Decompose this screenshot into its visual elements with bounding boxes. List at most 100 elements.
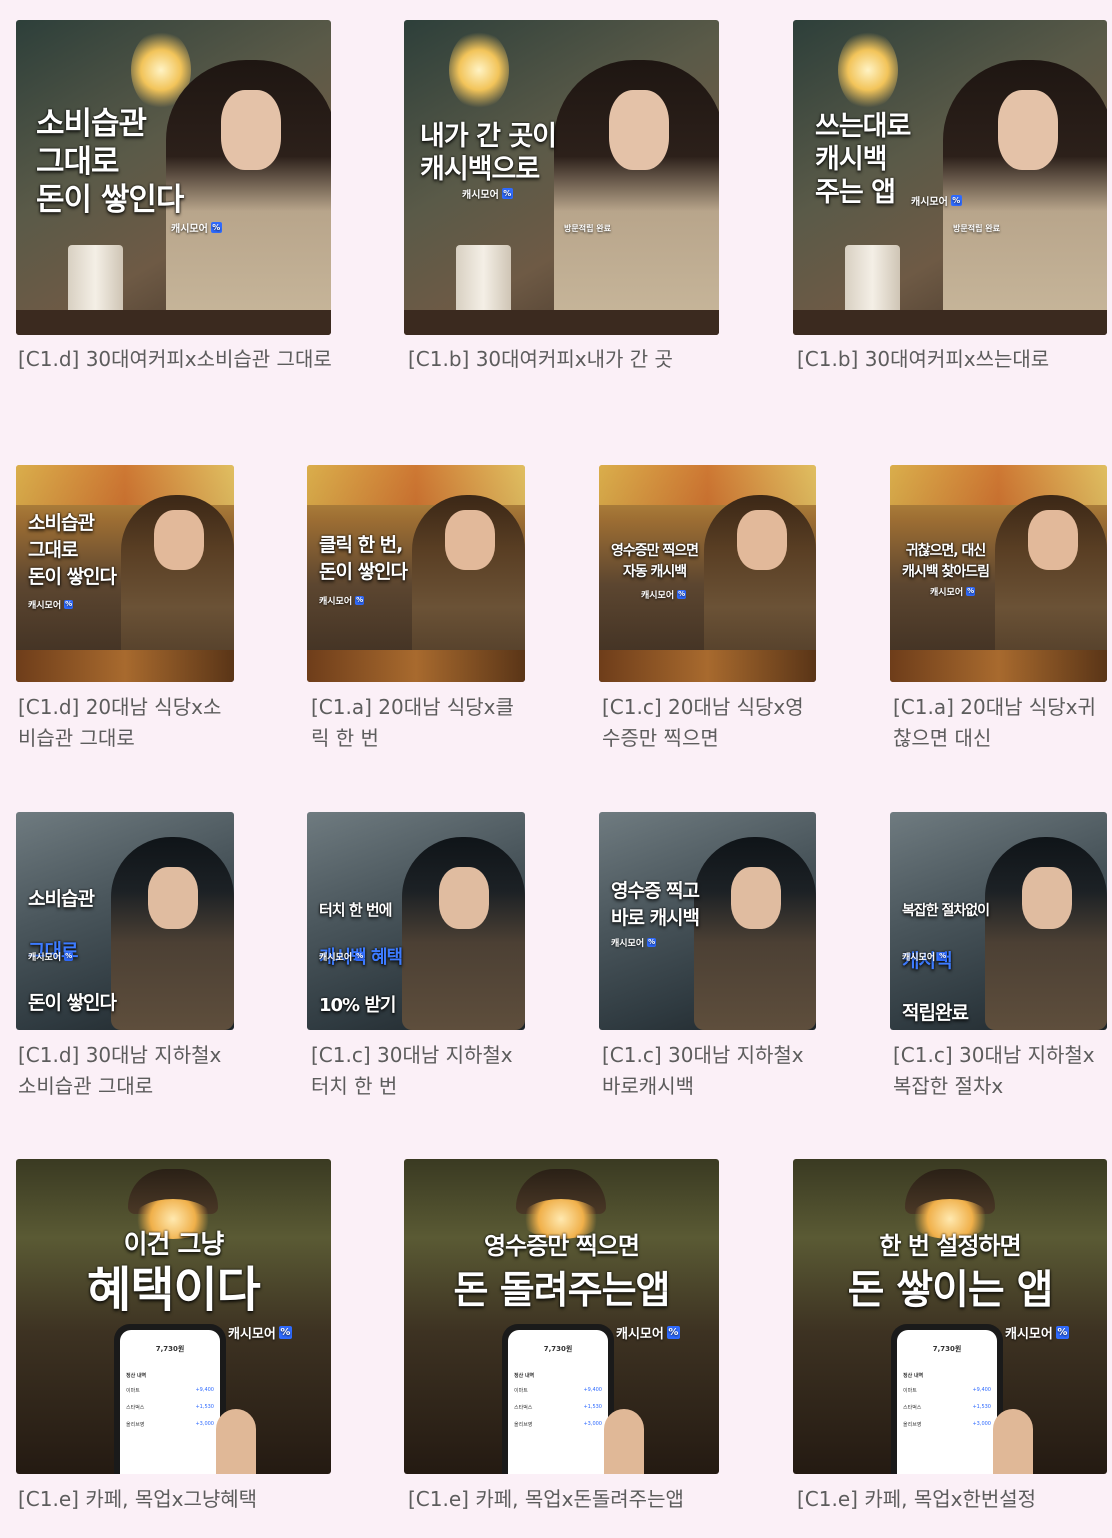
- creative-caption: [C1.d] 30대남 지하철x소비습관 그대로: [18, 1043, 222, 1098]
- creative-caption: [C1.c] 20대남 식당x영수증만 찍으면: [602, 695, 804, 750]
- phone-screen: 7,730원 정산 내역 이마트 +9,400 스타벅스 +1,530 올리브영 +3…: [120, 1330, 220, 1474]
- phone-item-value: +9,400: [972, 1387, 991, 1393]
- brand-logo-icon: %: [355, 952, 365, 961]
- phone-item-name: 이마트: [126, 1388, 140, 1394]
- creative-thumbnail[interactable]: 클릭 한 번, 돈이 쌓인다 캐시모어 %: [307, 465, 525, 682]
- brand-logo-icon: %: [647, 938, 657, 947]
- brand-name: 캐시모어: [319, 597, 353, 607]
- creative-thumbnail[interactable]: 영수증만 찍으면 자동 캐시백 캐시모어 %: [599, 465, 816, 682]
- creative-thumbnail[interactable]: 한 번 설정하면 돈 쌓이는 앱 캐시모어 % 7,730원 정산 내역 이마트…: [793, 1159, 1107, 1474]
- brand-tag: 캐시모어 %: [641, 588, 687, 601]
- brand-tag: 캐시모어 %: [930, 585, 976, 598]
- headline: 쓰는대로 캐시백 주는 앱: [815, 111, 911, 208]
- brand-logo-icon: %: [666, 1326, 680, 1339]
- brand-name: 캐시모어: [1005, 1327, 1053, 1342]
- brand-name: 캐시모어: [641, 591, 675, 601]
- headline: 소비습관 그대로 돈이 쌓인다: [36, 106, 184, 218]
- phone-list-row: 올리브영 +3,000: [514, 1421, 602, 1428]
- coffee-cup: [68, 245, 123, 320]
- phone-list-title: 정산 내역: [903, 1373, 924, 1379]
- headline-big: 돈 돌려주는앱: [453, 1268, 671, 1312]
- phone-item-value: +1,530: [583, 1404, 602, 1410]
- creative-thumbnail[interactable]: 복잡한 절차없이 캐시백 적립완료 캐시모어 %: [890, 812, 1107, 1030]
- person-silhouette: [694, 837, 816, 1030]
- brand-logo-icon: %: [64, 952, 74, 961]
- creative-thumbnail[interactable]: 터치 한 번에 캐시백 혜택 10% 받기 캐시모어 %: [307, 812, 525, 1030]
- face: [445, 510, 495, 570]
- phone-item-name: 스타벅스: [126, 1405, 145, 1411]
- bulb-glow: [838, 30, 898, 110]
- creative-thumbnail[interactable]: 내가 간 곳이 캐시백으로 캐시모어 % 방문적립 완료: [404, 20, 719, 335]
- creative-thumbnail[interactable]: 소비습관 그대로 돈이 쌓인다 캐시모어 %: [16, 465, 234, 682]
- ad-creative-gallery: 소비습관 그대로 돈이 쌓인다 캐시모어 % [C1.d] 30대여커피x소비습…: [0, 0, 1112, 1538]
- headline-line: 적립완료: [902, 1002, 969, 1024]
- hand: [216, 1409, 256, 1474]
- table: [404, 310, 719, 335]
- food-plate: [307, 650, 525, 682]
- brand-tag: 캐시모어 %: [28, 950, 74, 963]
- brand-logo-icon: %: [966, 587, 976, 596]
- creative-thumbnail[interactable]: 영수증만 찍으면 돈 돌려주는앱 캐시모어 % 7,730원 정산 내역 이마트…: [404, 1159, 719, 1474]
- phone-mockup: 7,730원 정산 내역 이마트 +9,400 스타벅스 +1,530 올리브영 +3…: [502, 1324, 614, 1474]
- phone-mockup: 7,730원 정산 내역 이마트 +9,400 스타벅스 +1,530 올리브영 +3…: [114, 1324, 226, 1474]
- phone-item-value: +3,000: [583, 1421, 602, 1427]
- coffee-cup: [456, 245, 511, 320]
- creative-thumbnail[interactable]: 귀찮으면, 대신 캐시백 찾아드림 캐시모어 %: [890, 465, 1107, 682]
- brand-tag: 캐시모어 %: [319, 950, 365, 963]
- person-silhouette: [111, 837, 234, 1030]
- phone-mockup: 7,730원 정산 내역 이마트 +9,400 스타벅스 +1,530 올리브영 +3…: [891, 1324, 1003, 1474]
- phone-screen: 7,730원 정산 내역 이마트 +9,400 스타벅스 +1,530 올리브영 +3…: [508, 1330, 608, 1474]
- headline-small: 한 번 설정하면: [879, 1232, 1021, 1260]
- phone-list-title: 정산 내역: [514, 1373, 535, 1379]
- brand-tag: 캐시모어 %: [171, 220, 222, 235]
- brand-logo-icon: %: [938, 952, 948, 961]
- face: [737, 510, 787, 570]
- phone-item-name: 이마트: [903, 1388, 917, 1394]
- creative-thumbnail[interactable]: 쓰는대로 캐시백 주는 앱 캐시모어 % 방문적립 완료: [793, 20, 1107, 335]
- phone-item-value: +1,530: [972, 1404, 991, 1410]
- creative-caption: [C1.e] 카페, 목업x돈돌려주는앱: [408, 1487, 684, 1511]
- visit-badge: 방문적립 완료: [564, 224, 611, 233]
- creative-caption: [C1.a] 20대남 식당x클릭 한 번: [311, 695, 514, 750]
- creative-caption: [C1.c] 30대남 지하철x바로캐시백: [602, 1043, 804, 1098]
- phone-list-row: 스타벅스 +1,530: [514, 1404, 602, 1411]
- brand-name: 캐시모어: [930, 588, 964, 598]
- brand-name: 캐시모어: [228, 1327, 276, 1342]
- face: [998, 90, 1058, 170]
- phone-item-value: +9,400: [583, 1387, 602, 1393]
- person-silhouette: [402, 837, 525, 1030]
- phone-item-name: 올리브영: [126, 1422, 145, 1428]
- phone-list-row: 올리브영 +3,000: [903, 1421, 991, 1428]
- phone-amount: 7,730원: [932, 1345, 962, 1353]
- headline: 터치 한 번에 캐시백 혜택 10% 받기: [319, 874, 403, 1018]
- table: [16, 310, 331, 335]
- face: [148, 867, 198, 929]
- headline: 클릭 한 번, 돈이 쌓인다: [319, 534, 408, 583]
- brand-name: 캐시모어: [616, 1327, 664, 1342]
- creative-thumbnail[interactable]: 소비습관 그대로 돈이 쌓인다 캐시모어 %: [16, 20, 331, 335]
- creative-thumbnail[interactable]: 이건 그냥 혜택이다 캐시모어 % 7,730원 정산 내역 이마트 +9,400…: [16, 1159, 331, 1474]
- brand-logo-icon: %: [501, 188, 513, 199]
- creative-caption: [C1.c] 30대남 지하철x터치 한 번: [311, 1043, 513, 1098]
- headline: 내가 간 곳이 캐시백으로: [420, 121, 557, 185]
- phone-list-row: 스타벅스 +1,530: [126, 1404, 214, 1411]
- brand-name: 캐시모어: [28, 601, 62, 611]
- brand-name: 캐시모어: [611, 939, 645, 949]
- phone-item-value: +3,000: [195, 1421, 214, 1427]
- phone-item-name: 올리브영: [514, 1422, 533, 1428]
- brand-name: 캐시모어: [911, 197, 948, 208]
- hand: [993, 1409, 1033, 1474]
- brand-tag: 캐시모어 %: [319, 594, 365, 607]
- headline: 소비습관 그대로 돈이 쌓인다: [28, 860, 117, 1016]
- phone-item-name: 올리브영: [903, 1422, 922, 1428]
- creative-thumbnail[interactable]: 소비습관 그대로 돈이 쌓인다 캐시모어 %: [16, 812, 234, 1030]
- headline-line: 복잡한 절차없이: [902, 903, 990, 919]
- creative-caption: [C1.b] 30대여커피x쓰는대로: [797, 347, 1050, 371]
- creative-caption: [C1.a] 20대남 식당x귀찮으면 대신: [893, 695, 1096, 750]
- headline-line: 10% 받기: [319, 995, 396, 1016]
- creative-thumbnail[interactable]: 영수증 찍고 바로 캐시백 캐시모어 %: [599, 812, 816, 1030]
- face: [154, 510, 204, 570]
- headline-line: 소비습관: [28, 888, 95, 910]
- brand-name: 캐시모어: [171, 224, 208, 235]
- face: [1022, 867, 1072, 929]
